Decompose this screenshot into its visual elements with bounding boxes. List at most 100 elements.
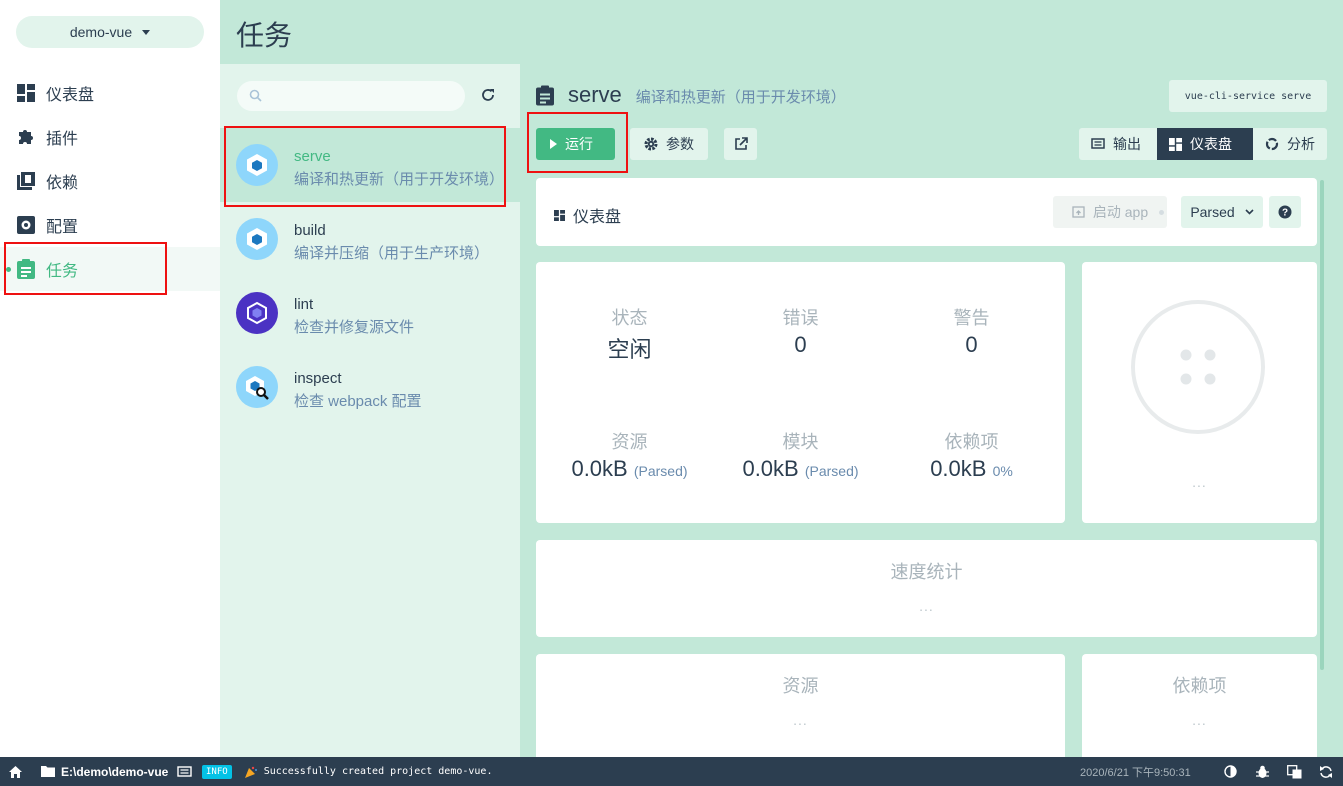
log-message: Successfully created project demo-vue. (263, 766, 493, 777)
task-item-serve[interactable]: serve 编译和热更新（用于开发环境） (220, 128, 520, 202)
page-title: 任务 (236, 20, 293, 51)
nav-item-dependencies[interactable]: 依赖 (0, 159, 220, 203)
task-list: serve 编译和热更新（用于开发环境） build 编译并压缩（用于生产环境）… (220, 64, 520, 757)
open-in-browser-icon (1072, 206, 1085, 218)
task-description: 编译并压缩（用于生产环境） (294, 245, 490, 262)
open-external-button[interactable] (724, 128, 757, 160)
help-button[interactable]: ? (1269, 196, 1301, 228)
idle-status-icon (1131, 300, 1265, 434)
log-entry[interactable]: INFO Successfully created project demo-v… (177, 757, 492, 786)
translate-icon (1287, 764, 1302, 778)
dashboard-icon (554, 209, 565, 221)
project-selector[interactable]: demo-vue (16, 16, 204, 48)
home-icon (9, 765, 22, 778)
webpack-icon (236, 144, 278, 186)
refresh-app-button[interactable] (1319, 757, 1333, 786)
task-name: build (294, 222, 326, 239)
size-mode-value: Parsed (1190, 204, 1235, 220)
stat-value: 0.0kB 0% (886, 456, 1057, 482)
console-icon (177, 765, 192, 777)
bug-icon (1256, 765, 1269, 778)
nav-item-tasks[interactable]: 任务 (0, 247, 220, 291)
home-button[interactable] (9, 757, 22, 786)
assets-title: 资源 (782, 676, 819, 696)
report-bug-button[interactable] (1256, 757, 1269, 786)
party-popper-icon (244, 766, 257, 778)
speed-stats-card: 速度统计 ... (536, 540, 1317, 637)
chevron-down-icon (1245, 209, 1254, 215)
view-tab-analyze[interactable]: 分析 (1253, 128, 1327, 160)
view-tab-output[interactable]: 输出 (1079, 128, 1157, 160)
caret-down-icon (142, 29, 151, 35)
assets-ellipsis: ... (793, 712, 808, 728)
stat-value-suffix: (Parsed) (804, 463, 859, 479)
stat-value-number: 0.0kB (571, 456, 628, 481)
dashboard-title-label: 仪表盘 (573, 209, 622, 226)
task-subtitle: 编译和热更新（用于开发环境） (635, 89, 846, 106)
stat-value-suffix: 0% (992, 463, 1013, 479)
project-path[interactable]: E:\demo\demo-vue (41, 757, 168, 786)
nav-item-label: 仪表盘 (46, 87, 95, 104)
app-root: demo-vue 仪表盘 插件 依赖 配置 任务 任务 serve 编译和热更新… (0, 0, 1343, 786)
clipboard-icon (536, 85, 554, 105)
task-item-inspect[interactable]: inspect 检查 webpack 配置 (220, 350, 520, 424)
nav-item-plugins[interactable]: 插件 (0, 115, 220, 159)
nav-item-label: 插件 (46, 131, 79, 148)
left-nav: demo-vue 仪表盘 插件 依赖 配置 任务 (0, 0, 220, 757)
launch-app-button[interactable]: 启动 app (1053, 196, 1167, 228)
task-title: serve (568, 82, 622, 107)
donut-chart-icon (1265, 137, 1279, 151)
library-icon (16, 171, 36, 191)
dashboard-title: 仪表盘 (554, 203, 621, 227)
stat-label: 资源 (611, 432, 648, 452)
svg-text:?: ? (1282, 208, 1288, 219)
view-tab-label: 分析 (1287, 136, 1315, 152)
puzzle-icon (16, 127, 36, 147)
project-name: demo-vue (69, 24, 133, 40)
project-path-text: E:\demo\demo-vue (61, 764, 169, 779)
active-indicator (6, 266, 11, 272)
stat-label: 依赖项 (944, 432, 999, 452)
progress-ellipsis: ... (1192, 474, 1207, 490)
search-input[interactable] (237, 81, 465, 111)
run-button[interactable]: 运行 (536, 128, 615, 160)
stat-value: 空闲 (607, 337, 652, 362)
dependencies-title: 依赖项 (1172, 676, 1227, 696)
contrast-icon (1224, 765, 1237, 778)
size-mode-select[interactable]: Parsed (1181, 196, 1263, 228)
translate-button[interactable] (1287, 757, 1302, 786)
gear-icon (644, 137, 658, 151)
nav-item-label: 任务 (46, 263, 79, 280)
task-detail-header: serve 编译和热更新（用于开发环境） (536, 82, 846, 108)
stat-value: 0.0kB (Parsed) (715, 456, 886, 482)
nav-item-label: 依赖 (46, 175, 79, 192)
view-tab-label: 仪表盘 (1190, 136, 1232, 152)
task-name: inspect (294, 370, 342, 387)
nav-item-config[interactable]: 配置 (0, 203, 220, 247)
run-button-label: 运行 (565, 136, 593, 152)
stat-value-number: 0.0kB (742, 456, 799, 481)
view-tab-label: 输出 (1113, 136, 1141, 152)
refresh-icon[interactable] (480, 87, 496, 103)
folder-icon (41, 766, 55, 777)
nav-item-dashboard[interactable]: 仪表盘 (0, 71, 220, 115)
stat-value-number: 0.0kB (930, 456, 987, 481)
scrollbar[interactable] (1320, 180, 1324, 670)
params-button[interactable]: 参数 (630, 128, 708, 160)
view-tab-dashboard[interactable]: 仪表盘 (1157, 128, 1253, 160)
search-icon (249, 89, 262, 102)
task-command: vue-cli-service serve (1169, 80, 1327, 112)
separator-dot (1159, 210, 1164, 215)
stat-label: 错误 (782, 308, 819, 328)
stat-modules: 模块 0.0kB (Parsed) (715, 428, 886, 482)
dashboard-icon (1169, 137, 1182, 151)
task-detail: serve 编译和热更新（用于开发环境） vue-cli-service ser… (520, 64, 1343, 757)
dark-mode-toggle[interactable] (1224, 757, 1237, 786)
help-icon: ? (1278, 205, 1292, 219)
task-item-build[interactable]: build 编译并压缩（用于生产环境） (220, 202, 520, 276)
speed-stats-title: 速度统计 (890, 562, 963, 582)
task-item-lint[interactable]: lint 检查并修复源文件 (220, 276, 520, 350)
clipboard-icon (16, 259, 36, 279)
task-name: serve (294, 148, 331, 165)
stat-label: 状态 (611, 308, 648, 328)
